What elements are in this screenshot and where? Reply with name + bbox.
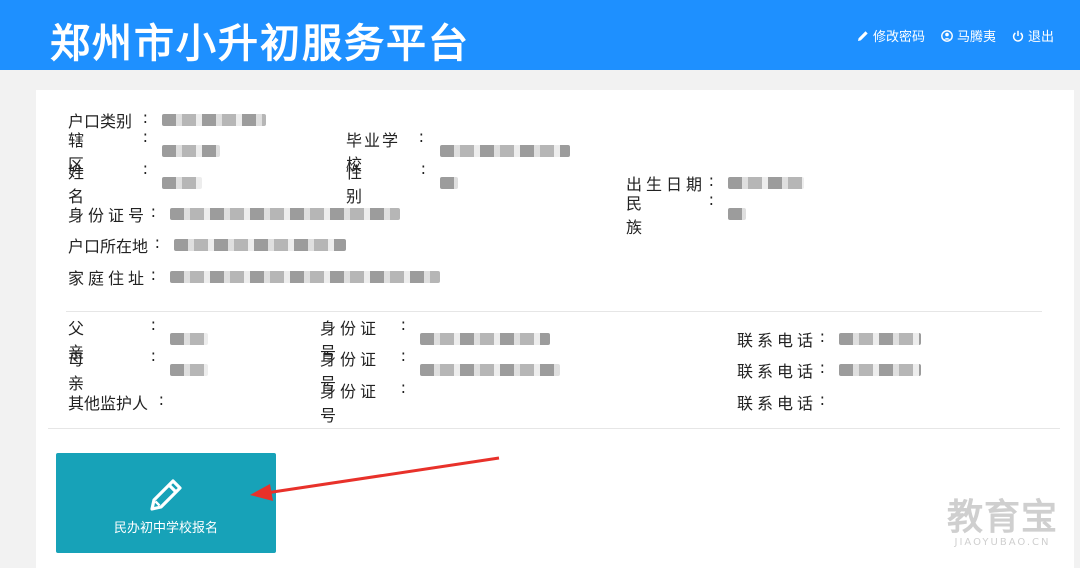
home-address-row: 家庭住址: [68,265,440,288]
watermark-url: JIAOYUBAO.CN [954,537,1051,548]
school-value [440,145,570,157]
watermark-logo: 教育宝 [946,497,1058,538]
change-password-label: 修改密码 [872,30,925,45]
watermark: 教育宝 JIAOYUBAO.CN [946,497,1058,549]
mother-label: 母亲: [68,346,156,393]
other-guardian-label: 其他监护人: [68,390,164,413]
gender-value [440,177,458,189]
name-row: 姓名: [68,159,202,206]
mother-name-value [170,364,208,376]
ethnicity-row: 民族: [626,190,746,237]
id-label: 身份证号: [68,202,156,225]
gender-label: 性别: [346,159,426,206]
header-nav: 修改密码 马腾夷 退出 [857,26,1054,45]
pencil-icon [150,479,182,511]
father-phone-value [839,333,921,345]
mother-phone-value [839,364,921,376]
pencil-icon [857,30,868,41]
ethnicity-label: 民族: [626,190,714,237]
hukou-address-label: 户口所在地: [68,233,160,256]
father-phone-label: 联系电话: [737,327,825,350]
user-icon [941,29,953,42]
mother-phone-row: 联系电话: [737,358,921,381]
gender-row: 性别: [346,159,458,206]
mother-row: 母亲: [68,346,208,393]
hukou-address-value [174,239,346,251]
father-name-value [170,333,208,345]
private-school-signup-button[interactable]: 民办初中学校报名 [56,453,276,553]
district-value [162,145,220,157]
father-id-value [420,333,550,345]
user-name-label: 马腾夷 [956,30,996,45]
signup-button-label: 民办初中学校报名 [113,521,218,536]
top-header: 郑州市小升初服务平台 修改密码 马腾夷 退出 [0,0,1080,70]
home-address-label: 家庭住址: [68,265,156,288]
home-address-value [170,271,440,283]
father-phone-row: 联系电话: [737,327,921,350]
other-guardian-phone-row: 联系电话: [737,390,825,413]
hukou-address-row: 户口所在地: [68,233,346,256]
name-value [162,177,202,189]
name-label: 姓名: [68,159,148,206]
birthdate-value [728,177,804,189]
mother-id-value [420,364,560,376]
mother-phone-label: 联系电话: [737,358,825,381]
id-row: 身份证号: [68,202,400,225]
logout-link[interactable]: 退出 [1012,26,1054,45]
section-divider [66,311,1042,312]
other-guardian-phone-label: 联系电话: [737,390,825,413]
other-guardian-id-row: 身份证号: [320,378,406,425]
user-profile-link[interactable]: 马腾夷 [941,26,996,45]
other-guardian-row: 其他监护人: [68,390,164,413]
hukou-type-value [162,114,266,126]
power-icon [1012,30,1024,42]
site-title: 郑州市小升初服务平台 [50,20,470,67]
other-guardian-id-label: 身份证号: [320,378,406,425]
change-password-link[interactable]: 修改密码 [857,26,925,45]
section-divider-bottom [48,428,1060,429]
id-value [170,208,400,220]
ethnicity-value [728,208,746,220]
logout-label: 退出 [1027,30,1054,45]
